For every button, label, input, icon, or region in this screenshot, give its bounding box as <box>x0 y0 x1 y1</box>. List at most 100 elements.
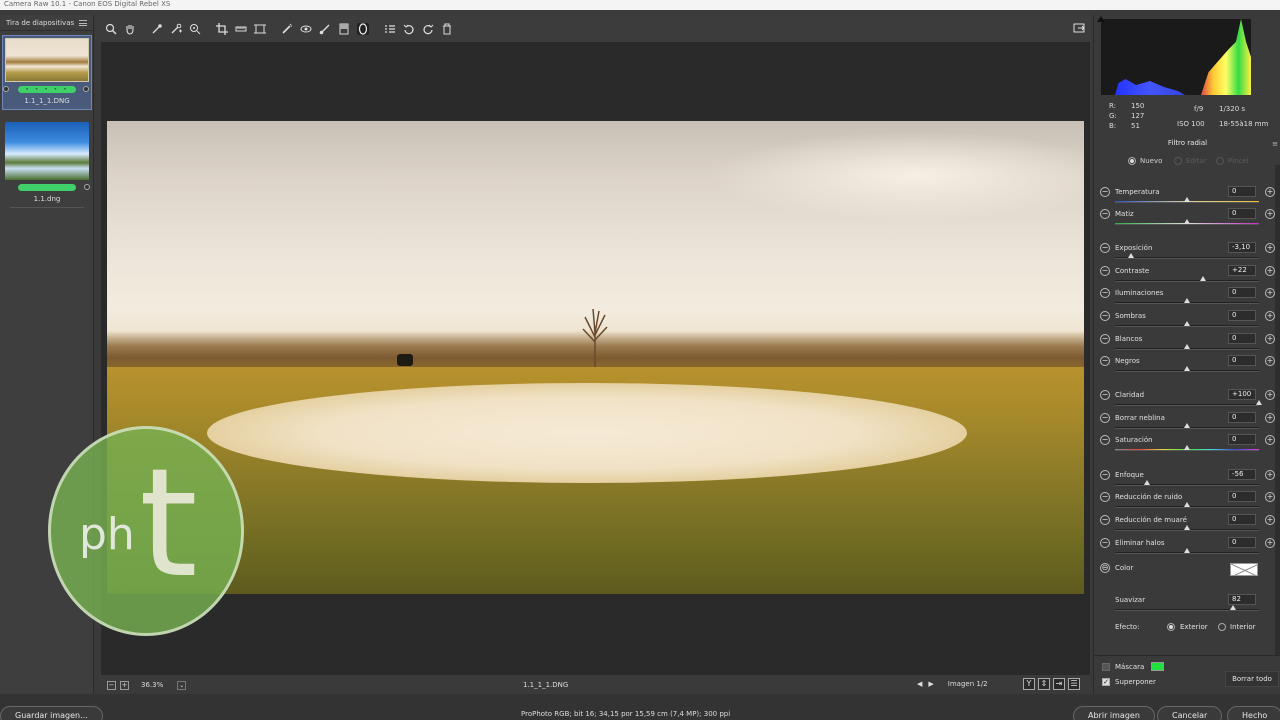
increase-icon[interactable]: + <box>1265 311 1275 321</box>
slider-matiz[interactable]: − Matiz 0 + <box>1094 208 1280 231</box>
decrease-icon[interactable]: − <box>1100 288 1110 298</box>
previous-image-icon[interactable]: ◀ <box>917 680 922 688</box>
slider-value-field[interactable]: 0 <box>1228 186 1256 197</box>
decrease-icon[interactable]: − <box>1100 187 1110 197</box>
slider-value-field[interactable]: 0 <box>1228 537 1256 548</box>
slider-enfoque[interactable]: − Enfoque -56 + <box>1094 469 1280 492</box>
decrease-icon[interactable]: − <box>1100 538 1110 548</box>
increase-icon[interactable]: + <box>1265 492 1275 502</box>
slider-thumb[interactable] <box>1230 605 1237 610</box>
mode-new-radio[interactable] <box>1128 157 1136 165</box>
panel-scrollbar[interactable] <box>1275 165 1280 655</box>
decrease-icon[interactable]: − <box>1100 492 1110 502</box>
slider-value-field[interactable]: 0 <box>1228 355 1256 366</box>
increase-icon[interactable]: + <box>1265 187 1275 197</box>
slider-value-field[interactable]: 0 <box>1228 412 1256 423</box>
before-after-icon[interactable]: Y <box>1023 678 1035 690</box>
slider-track[interactable] <box>1115 257 1259 259</box>
slider-feather[interactable]: Suavizar 82 <box>1094 594 1280 617</box>
decrease-icon[interactable]: − <box>1100 515 1110 525</box>
slider-thumb[interactable] <box>1184 344 1190 349</box>
clear-all-button[interactable]: Borrar todo <box>1225 671 1279 687</box>
next-image-icon[interactable]: ▶ <box>928 680 933 688</box>
increase-icon[interactable]: + <box>1265 356 1275 366</box>
done-button[interactable]: Hecho <box>1227 706 1280 720</box>
increase-icon[interactable]: + <box>1265 334 1275 344</box>
slider-temperatura[interactable]: − Temperatura 0 + <box>1094 186 1280 209</box>
slider-exposici-n[interactable]: − Exposición -3,10 + <box>1094 242 1280 265</box>
mode-edit-radio[interactable] <box>1174 157 1182 165</box>
slider-thumb[interactable] <box>1143 480 1150 485</box>
zoom-in-button[interactable]: + <box>120 680 129 690</box>
increase-icon[interactable]: + <box>1265 243 1275 253</box>
slider-borrar-neblina[interactable]: − Borrar neblina 0 + <box>1094 412 1280 435</box>
decrease-icon[interactable]: − <box>1100 470 1110 480</box>
slider-thumb[interactable] <box>1184 219 1190 224</box>
slider-sombras[interactable]: − Sombras 0 + <box>1094 310 1280 333</box>
slider-thumb[interactable] <box>1184 445 1190 450</box>
zoom-icon[interactable] <box>105 23 117 35</box>
slider-contraste[interactable]: − Contraste +22 + <box>1094 265 1280 288</box>
adjustment-brush-icon[interactable] <box>319 23 331 35</box>
radial-filter-icon[interactable] <box>357 22 369 35</box>
slider-reducci-n-de-ruido[interactable]: − Reducción de ruido 0 + <box>1094 491 1280 514</box>
slider-value-field[interactable]: 0 <box>1228 287 1256 298</box>
list-icon[interactable] <box>384 23 396 35</box>
slider-negros[interactable]: − Negros 0 + <box>1094 355 1280 378</box>
slider-thumb[interactable] <box>1199 276 1206 281</box>
trash-icon[interactable] <box>441 23 453 35</box>
rating-stars[interactable]: • • • • • <box>18 86 76 93</box>
target-adjustment-icon[interactable] <box>189 23 201 35</box>
decrease-icon[interactable]: − <box>1100 209 1110 219</box>
swap-settings-icon[interactable]: ⇕ <box>1038 678 1050 690</box>
decrease-icon[interactable]: − <box>1100 266 1110 276</box>
spot-removal-icon[interactable] <box>281 23 293 35</box>
workflow-options-link[interactable]: ProPhoto RGB; bit 16; 34,15 por 15,59 cm… <box>521 710 730 718</box>
slider-value-field[interactable]: 0 <box>1228 310 1256 321</box>
rating-stars[interactable] <box>18 184 76 191</box>
slider-value-field[interactable]: -56 <box>1228 469 1256 480</box>
slider-thumb[interactable] <box>1127 253 1134 258</box>
increase-icon[interactable]: + <box>1265 470 1275 480</box>
effect-inner-radio[interactable] <box>1218 623 1226 631</box>
slider-blancos[interactable]: − Blancos 0 + <box>1094 333 1280 356</box>
slider-track[interactable] <box>1115 484 1259 486</box>
slider-thumb[interactable] <box>1184 525 1190 530</box>
photo-preview[interactable] <box>107 121 1084 594</box>
slider-saturaci-n[interactable]: − Saturación 0 + <box>1094 434 1280 457</box>
increase-icon[interactable]: + <box>1265 435 1275 445</box>
zoom-dropdown[interactable]: ⌄ <box>177 680 187 690</box>
overlay-checkbox[interactable]: ✓ <box>1102 678 1110 686</box>
increase-icon[interactable]: + <box>1265 266 1275 276</box>
toggle-settings-icon[interactable]: ☰ <box>1068 678 1080 690</box>
slider-track[interactable] <box>1115 280 1259 282</box>
red-eye-icon[interactable] <box>300 23 312 35</box>
slider-eliminar-halos[interactable]: − Eliminar halos 0 + <box>1094 537 1280 560</box>
color-reset-icon[interactable]: ⊖ <box>1100 563 1110 573</box>
slider-reducci-n-de-muar-[interactable]: − Reducción de muaré 0 + <box>1094 514 1280 537</box>
slider-thumb[interactable] <box>1184 321 1190 326</box>
straighten-icon[interactable] <box>235 23 247 35</box>
increase-icon[interactable]: + <box>1265 515 1275 525</box>
filmstrip-item-2[interactable]: 1.1.dng <box>2 120 92 212</box>
slider-iluminaciones[interactable]: − Iluminaciones 0 + <box>1094 287 1280 310</box>
transform-icon[interactable] <box>254 23 266 35</box>
slider-thumb[interactable] <box>1184 423 1190 428</box>
color-sampler-icon[interactable] <box>170 23 182 35</box>
reject-icon[interactable] <box>3 86 9 92</box>
increase-icon[interactable]: + <box>1265 209 1275 219</box>
slider-thumb[interactable] <box>1184 298 1190 303</box>
shadow-clipping-icon[interactable] <box>1097 16 1105 22</box>
filmstrip-item-1[interactable]: • • • • • 1.1_1_1.DNG <box>2 35 92 110</box>
open-image-button[interactable]: Abrir imagen <box>1073 706 1155 720</box>
decrease-icon[interactable]: − <box>1100 390 1110 400</box>
slider-track[interactable] <box>1115 404 1259 406</box>
decrease-icon[interactable]: − <box>1100 311 1110 321</box>
slider-value-field[interactable]: -3,10 <box>1228 242 1256 253</box>
decrease-icon[interactable]: − <box>1100 413 1110 423</box>
panel-menu-icon[interactable]: ≡ <box>1272 140 1278 148</box>
save-image-button[interactable]: Guardar imagen... <box>0 706 103 720</box>
image-canvas[interactable] <box>101 42 1090 675</box>
effect-outer-radio[interactable] <box>1167 623 1175 631</box>
decrease-icon[interactable]: − <box>1100 435 1110 445</box>
